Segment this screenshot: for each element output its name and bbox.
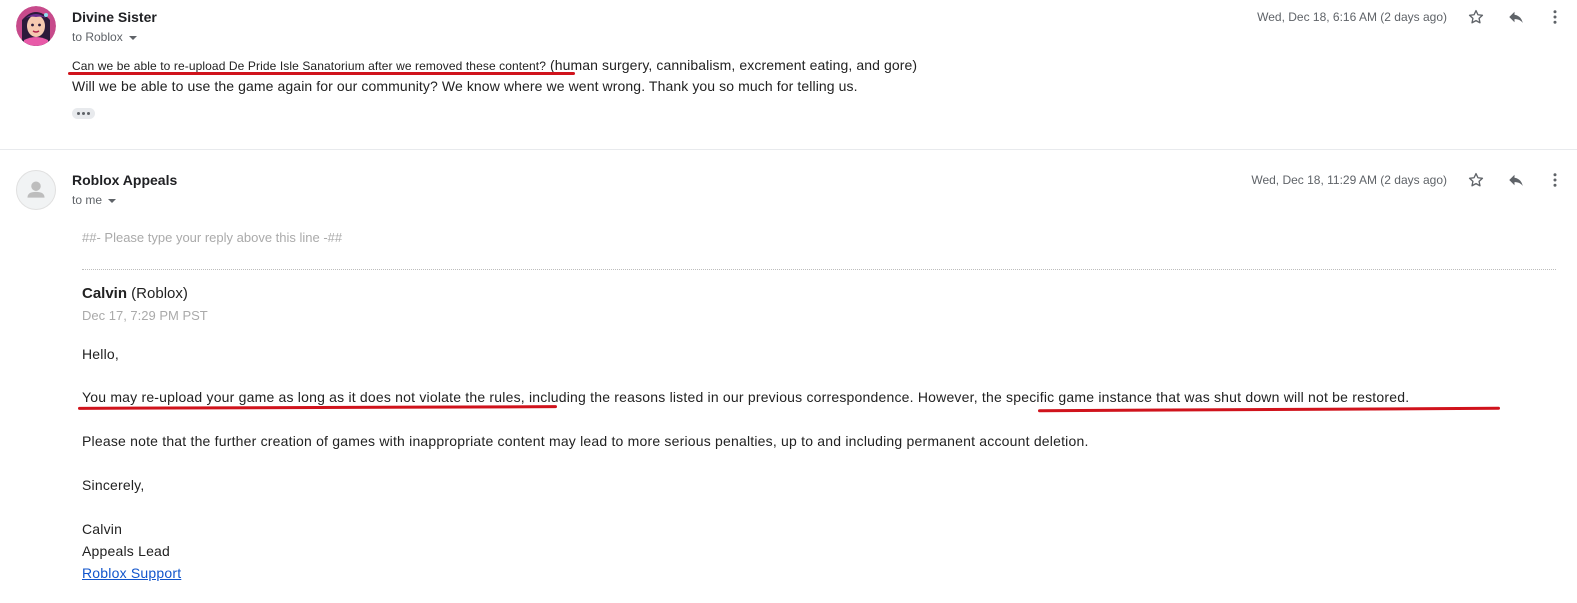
avatar-image: [16, 6, 56, 46]
show-trimmed-content-button[interactable]: [72, 108, 95, 119]
agent-date: Dec 17, 7:29 PM PST: [82, 308, 208, 323]
caret-down-icon: [108, 198, 117, 203]
star-button[interactable]: [1466, 7, 1486, 27]
more-options-button[interactable]: [1545, 7, 1565, 27]
more-options-button[interactable]: [1545, 170, 1565, 190]
reply-icon: [1509, 11, 1523, 23]
greeting: Hello,: [82, 346, 119, 362]
message-divine-sister: Divine Sister to Roblox Wed, Dec 18, 6:1…: [0, 0, 1577, 150]
red-underline: [68, 72, 575, 75]
message-body-line-1: Can we be able to re-upload De Pride Isl…: [72, 57, 917, 73]
recipient-dropdown[interactable]: to me: [72, 193, 117, 207]
star-icon: [1468, 172, 1484, 187]
message-roblox-appeals: Roblox Appeals to me Wed, Dec 18, 11:29 …: [0, 150, 1577, 603]
signature-name: Calvin: [82, 521, 123, 537]
highlight-reupload-allowed: You may re-upload your game as long as i…: [82, 389, 525, 405]
caret-down-icon: [128, 35, 137, 40]
reply-icon: [1509, 174, 1523, 186]
red-underline: [1037, 406, 1501, 413]
person-icon: [27, 181, 45, 198]
recipient-dropdown[interactable]: to Roblox: [72, 30, 137, 44]
roblox-support-link[interactable]: Roblox Support: [82, 565, 181, 581]
red-underline: [77, 405, 558, 410]
highlight-not-restored: the specific game instance that was shut…: [981, 389, 1410, 405]
more-vert-icon: [1553, 10, 1557, 24]
closing: Sincerely,: [82, 477, 145, 493]
more-vert-icon: [1553, 173, 1557, 187]
signature-title: Appeals Lead: [82, 543, 171, 559]
recipient-label: to Roblox: [72, 30, 123, 44]
content-list: (human surgery, cannibalism, excrement e…: [546, 57, 918, 73]
highlighted-question: Can we be able to re-upload De Pride Isl…: [72, 59, 546, 73]
message-date: Wed, Dec 18, 11:29 AM (2 days ago): [1251, 173, 1447, 187]
message-body-line-2: Will we be able to use the game again fo…: [72, 78, 858, 94]
sender-name[interactable]: Roblox Appeals: [72, 172, 177, 188]
star-icon: [1468, 9, 1484, 24]
main-paragraph: You may re-upload your game as long as i…: [82, 389, 1409, 405]
dotted-separator: [82, 269, 1556, 270]
reply-button[interactable]: [1506, 7, 1526, 27]
agent-name: Calvin: [82, 285, 128, 302]
recipient-label: to me: [72, 193, 103, 207]
sender-avatar[interactable]: [16, 6, 56, 46]
warning-paragraph: Please note that the further creation of…: [82, 433, 1089, 449]
agent-org: (Roblox): [127, 285, 188, 302]
sender-name[interactable]: Divine Sister: [72, 9, 157, 25]
agent-header: Calvin (Roblox): [82, 285, 188, 302]
message-date: Wed, Dec 18, 6:16 AM (2 days ago): [1257, 10, 1447, 24]
reply-button[interactable]: [1506, 170, 1526, 190]
paragraph-middle: including the reasons listed in our prev…: [524, 389, 982, 405]
star-button[interactable]: [1466, 170, 1486, 190]
reply-above-line-marker: ##- Please type your reply above this li…: [82, 230, 343, 245]
sender-avatar[interactable]: [16, 170, 56, 210]
